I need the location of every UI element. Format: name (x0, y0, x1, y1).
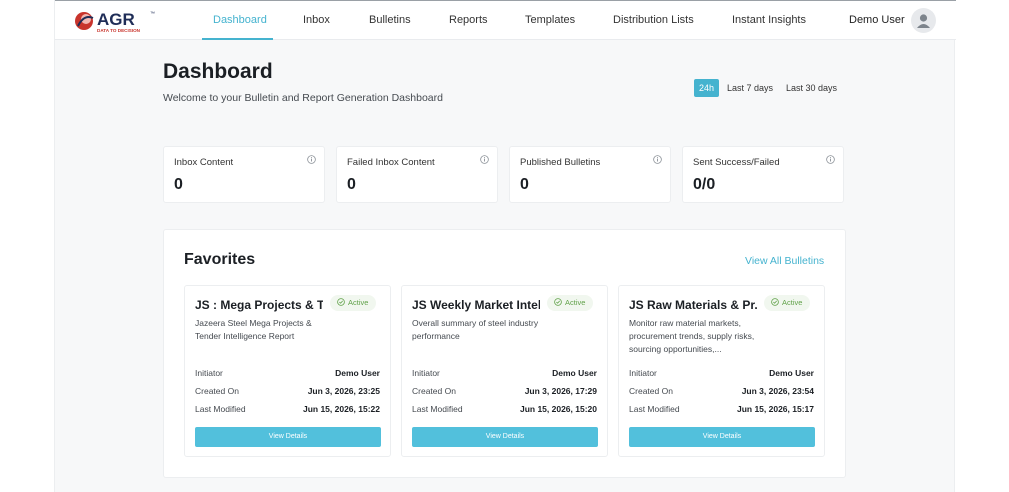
modified-label: Last Modified (412, 404, 463, 414)
check-circle-icon (554, 298, 562, 306)
initiator-label: Initiator (629, 368, 657, 378)
range-7-days-button[interactable]: Last 7 days (723, 79, 777, 97)
card-description: Jazeera Steel Mega Projects & Tender Int… (195, 318, 312, 341)
card-description: Overall summary of steel industry perfor… (412, 318, 539, 341)
page-title: Dashboard (163, 60, 273, 83)
nav-distribution-lists[interactable]: Distribution Lists (613, 1, 694, 41)
initiator-value: Demo User (552, 368, 597, 378)
stat-card-sent-success-failed: Sent Success/Failed 0/0 (682, 146, 844, 203)
svg-text:DATA TO DECISION: DATA TO DECISION (97, 28, 141, 33)
initiator-value: Demo User (335, 368, 380, 378)
nav-inbox[interactable]: Inbox (303, 1, 330, 41)
stat-value: 0 (347, 176, 356, 193)
card-title[interactable]: JS Weekly Market Intel... (412, 298, 540, 312)
status-text: Active (565, 298, 586, 307)
modified-label: Last Modified (629, 404, 680, 414)
stat-label: Sent Success/Failed (693, 157, 780, 168)
stat-card-failed-inbox: Failed Inbox Content 0 (336, 146, 498, 203)
app-frame: AGR ™ DATA TO DECISION Dashboard Inbox B… (54, 0, 956, 492)
stat-label: Published Bulletins (520, 157, 601, 168)
nav-templates[interactable]: Templates (525, 1, 575, 41)
favorites-panel: Favorites View All Bulletins JS : Mega P… (163, 229, 846, 478)
favorite-card: JS Raw Materials & Pr... Active Monitor … (618, 285, 825, 457)
logo-mark-icon: AGR ™ DATA TO DECISION (75, 10, 155, 33)
modified-label: Last Modified (195, 404, 246, 414)
status-badge: Active (330, 295, 377, 311)
page-subtitle: Welcome to your Bulletin and Report Gene… (163, 92, 443, 104)
card-title[interactable]: JS Raw Materials & Pr... (629, 298, 757, 312)
stat-value: 0/0 (693, 176, 716, 193)
modified-value: Jun 15, 2026, 15:17 (736, 404, 814, 414)
initiator-label: Initiator (195, 368, 223, 378)
stat-card-published-bulletins: Published Bulletins 0 (509, 146, 671, 203)
initiator-label: Initiator (412, 368, 440, 378)
svg-text:™: ™ (150, 11, 155, 17)
nav-active-indicator (202, 38, 273, 40)
modified-value: Jun 15, 2026, 15:22 (302, 404, 380, 414)
view-all-bulletins-link[interactable]: View All Bulletins (745, 255, 824, 267)
nav-instant-insights[interactable]: Instant Insights (732, 1, 806, 41)
status-badge: Active (547, 295, 594, 311)
range-30-days-button[interactable]: Last 30 days (782, 79, 841, 97)
favorites-title: Favorites (184, 251, 256, 268)
check-circle-icon (771, 298, 779, 306)
view-details-button[interactable]: View Details (195, 427, 381, 447)
info-icon[interactable] (480, 155, 489, 164)
card-title[interactable]: JS : Mega Projects & T... (195, 298, 323, 312)
created-label: Created On (629, 386, 673, 396)
view-details-button[interactable]: View Details (629, 427, 815, 447)
initiator-value: Demo User (769, 368, 814, 378)
view-details-button[interactable]: View Details (412, 427, 598, 447)
info-icon[interactable] (653, 155, 662, 164)
created-value: Jun 3, 2026, 23:54 (741, 386, 814, 396)
status-text: Active (348, 298, 369, 307)
stat-label: Failed Inbox Content (347, 157, 435, 168)
nav-bulletins[interactable]: Bulletins (369, 1, 411, 41)
stat-label: Inbox Content (174, 157, 234, 168)
modified-value: Jun 15, 2026, 15:20 (519, 404, 597, 414)
agr-logo[interactable]: AGR ™ DATA TO DECISION (73, 6, 168, 36)
created-label: Created On (412, 386, 456, 396)
info-icon[interactable] (826, 155, 835, 164)
status-text: Active (782, 298, 803, 307)
favorite-card: JS : Mega Projects & T... Active Jazeera… (184, 285, 391, 457)
check-circle-icon (337, 298, 345, 306)
created-value: Jun 3, 2026, 17:29 (524, 386, 597, 396)
stat-value: 0 (520, 176, 529, 193)
range-24h-button[interactable]: 24h (694, 79, 719, 97)
status-badge: Active (764, 295, 811, 311)
top-navigation-bar: AGR ™ DATA TO DECISION Dashboard Inbox B… (55, 0, 956, 40)
nav-reports[interactable]: Reports (449, 1, 488, 41)
info-icon[interactable] (307, 155, 316, 164)
nav-dashboard[interactable]: Dashboard (213, 1, 267, 41)
stat-value: 0 (174, 176, 183, 193)
user-avatar-icon[interactable] (911, 8, 936, 33)
created-value: Jun 3, 2026, 23:25 (307, 386, 380, 396)
card-description: Monitor raw material markets, procuremen… (629, 318, 755, 354)
user-name[interactable]: Demo User (849, 1, 905, 39)
favorite-card: JS Weekly Market Intel... Active Overall… (401, 285, 608, 457)
stat-card-inbox-content: Inbox Content 0 (163, 146, 325, 203)
svg-text:AGR: AGR (97, 10, 135, 29)
created-label: Created On (195, 386, 239, 396)
